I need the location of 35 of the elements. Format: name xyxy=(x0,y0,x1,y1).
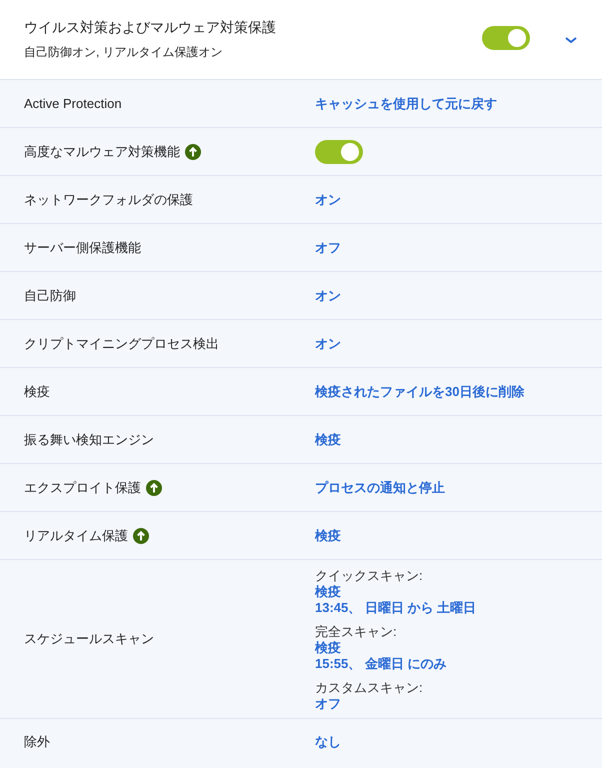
chevron-down-icon[interactable] xyxy=(564,34,578,44)
toggle-switch[interactable] xyxy=(482,26,530,50)
setting-label: 高度なマルウェア対策機能 xyxy=(24,142,180,160)
scan-name: カスタムスキャン: xyxy=(315,680,424,696)
section-title: ウイルス対策およびマルウェア対策保護 xyxy=(24,18,277,36)
setting-label: 検疫 xyxy=(24,382,50,400)
setting-label: リアルタイム保護 xyxy=(24,526,128,544)
setting-link[interactable]: 検疫 xyxy=(315,640,602,656)
setting-link[interactable]: 検疫 xyxy=(315,430,602,448)
setting-label: エクスプロイト保護 xyxy=(24,478,141,496)
toggle-switch[interactable] xyxy=(315,140,363,164)
setting-link[interactable]: 検疫されたファイルを30日後に削除 xyxy=(315,382,602,400)
setting-label: 振る舞い検知エンジン xyxy=(24,430,154,448)
scan-name: クイックスキャン: xyxy=(315,568,424,584)
setting-link[interactable]: オン xyxy=(315,286,602,304)
setting-link[interactable]: オフ xyxy=(315,238,602,256)
setting-label: 自己防御 xyxy=(24,286,76,304)
scan-name: 完全スキャン: xyxy=(315,624,398,640)
setting-link[interactable]: プロセスの通知と停止 xyxy=(315,478,602,496)
section-subtitle: 自己防御オン, リアルタイム保護オン xyxy=(24,44,224,60)
setting-link[interactable]: オフ xyxy=(315,696,602,712)
setting-link[interactable]: オン xyxy=(315,334,602,352)
setting-link[interactable]: 検疫 xyxy=(315,584,602,600)
setting-link[interactable]: オン xyxy=(315,190,602,208)
setting-label: Active Protection xyxy=(24,96,122,111)
setting-link[interactable]: 13:45、 日曜日 から 土曜日 xyxy=(315,600,602,616)
setting-link[interactable]: 15:55、 金曜日 にのみ xyxy=(315,656,602,672)
setting-link[interactable]: 検疫 xyxy=(315,526,602,544)
setting-label: ネットワークフォルダの保護 xyxy=(24,190,193,208)
setting-label: クリプトマイニングプロセス検出 xyxy=(24,334,219,352)
setting-label: サーバー側保護機能 xyxy=(24,238,141,256)
setting-label: 除外 xyxy=(24,733,50,751)
setting-label: スケジュールスキャン xyxy=(24,630,154,648)
setting-link[interactable]: なし xyxy=(315,733,602,751)
setting-link[interactable]: キャッシュを使用して元に戻す xyxy=(315,94,602,112)
